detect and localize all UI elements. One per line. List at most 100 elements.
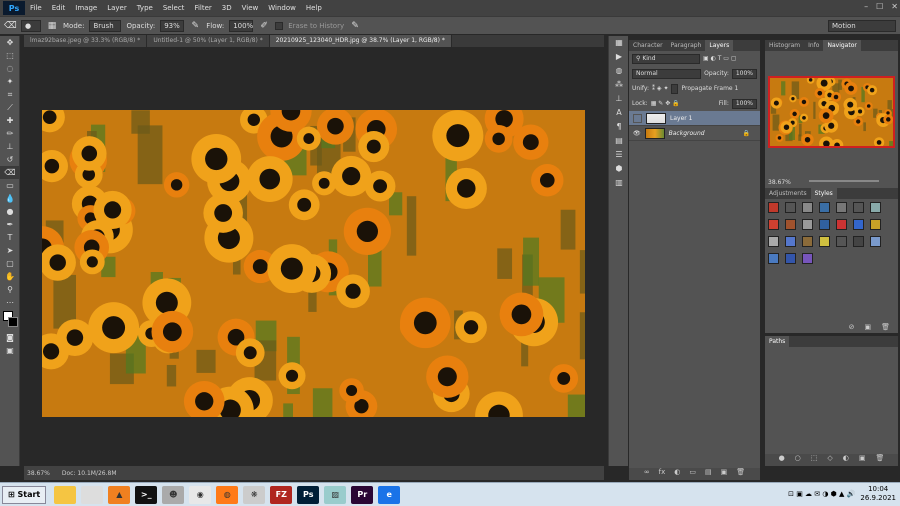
tab-paragraph[interactable]: Paragraph bbox=[667, 40, 706, 51]
tab-layers[interactable]: Layers bbox=[705, 40, 734, 51]
notes-panel-icon[interactable]: ☰ bbox=[609, 148, 629, 162]
image-app-icon[interactable]: ▨ bbox=[324, 485, 347, 504]
doc-tab-active[interactable]: 20210925_123040_HDR.jpg @ 38.7% (Layer 1… bbox=[269, 35, 452, 47]
blend-mode-select[interactable]: Normal bbox=[632, 68, 702, 79]
style-swatch[interactable] bbox=[768, 236, 779, 247]
link-layers-icon[interactable]: ∞ bbox=[644, 468, 650, 480]
layer-opacity-field[interactable]: 100% bbox=[731, 68, 757, 79]
style-swatch[interactable] bbox=[853, 219, 864, 230]
menu-type[interactable]: Type bbox=[132, 4, 158, 12]
delete-style-icon[interactable]: 🗑 bbox=[881, 323, 890, 331]
propagate-checkbox[interactable] bbox=[671, 83, 679, 94]
add-mask-icon[interactable]: ◐ bbox=[843, 454, 849, 466]
style-swatch[interactable] bbox=[870, 236, 881, 247]
navigator-preview[interactable] bbox=[768, 76, 895, 148]
style-swatch[interactable] bbox=[785, 202, 796, 213]
style-swatch[interactable] bbox=[768, 202, 779, 213]
clone-stamp-tool-icon[interactable]: ⊥ bbox=[0, 140, 20, 153]
tab-character[interactable]: Character bbox=[629, 40, 667, 51]
photoshop-icon[interactable]: Ps bbox=[297, 485, 320, 504]
zoom-readout[interactable]: 38.67% bbox=[27, 470, 50, 477]
gradient-tool-icon[interactable]: ▭ bbox=[0, 179, 20, 192]
doc-tab[interactable]: Untitled-1 @ 50% (Layer 1, RGB/8) * bbox=[147, 35, 270, 47]
menu-3d[interactable]: 3D bbox=[217, 4, 237, 12]
style-swatch[interactable] bbox=[836, 202, 847, 213]
new-group-icon[interactable]: ▤ bbox=[705, 468, 712, 480]
add-mask-icon[interactable]: ◐ bbox=[674, 468, 680, 480]
chrome-icon[interactable]: ◉ bbox=[189, 485, 212, 504]
firefox-icon[interactable]: ◍ bbox=[216, 485, 239, 504]
menu-edit[interactable]: Edit bbox=[47, 4, 71, 12]
properties-panel-icon[interactable]: ◍ bbox=[609, 64, 629, 78]
style-swatch[interactable] bbox=[853, 202, 864, 213]
navigator-zoom[interactable]: 38.67% bbox=[768, 179, 791, 186]
terminal-icon[interactable]: >_ bbox=[135, 485, 158, 504]
style-swatch[interactable] bbox=[819, 219, 830, 230]
brush-tool-icon[interactable]: ✏ bbox=[0, 127, 20, 140]
marquee-tool-icon[interactable]: ⬚ bbox=[0, 49, 20, 62]
flow-field[interactable]: 100% bbox=[229, 19, 253, 32]
layer-name[interactable]: Background bbox=[669, 130, 705, 137]
style-swatch[interactable] bbox=[836, 219, 847, 230]
style-swatch[interactable] bbox=[768, 219, 779, 230]
measurement-panel-icon[interactable]: ▥ bbox=[609, 176, 629, 190]
start-button[interactable]: ⊞ Start bbox=[2, 485, 47, 504]
character-panel-icon[interactable]: A bbox=[609, 106, 629, 120]
menu-layer[interactable]: Layer bbox=[102, 4, 132, 12]
clock[interactable]: 10:04 26.9.2021 bbox=[860, 485, 896, 503]
menu-select[interactable]: Select bbox=[158, 4, 190, 12]
opacity-field[interactable]: 93% bbox=[160, 19, 185, 32]
quick-mask-icon[interactable]: ◙ bbox=[0, 331, 20, 344]
history-brush-tool-icon[interactable]: ↺ bbox=[0, 153, 20, 166]
workspace-select[interactable]: Motion bbox=[828, 20, 896, 32]
trash-icon[interactable]: 🗑 bbox=[736, 468, 745, 480]
layer-style-icon[interactable]: fx bbox=[659, 468, 666, 480]
style-swatch[interactable] bbox=[836, 236, 847, 247]
menu-image[interactable]: Image bbox=[70, 4, 102, 12]
crop-tool-icon[interactable]: ⌗ bbox=[0, 88, 20, 101]
filter-icons[interactable]: ▣ ◐ T ▭ ▢ bbox=[703, 55, 737, 62]
tab-styles[interactable]: Styles bbox=[810, 188, 837, 199]
kind-filter-select[interactable]: ⚲ Kind bbox=[632, 53, 700, 64]
style-swatch[interactable] bbox=[870, 219, 881, 230]
layer-row[interactable]: 👁 Background 🔒 bbox=[629, 126, 760, 141]
pen-tool-icon[interactable]: ✒ bbox=[0, 218, 20, 231]
mode-select[interactable]: Brush bbox=[89, 19, 122, 32]
new-path-icon[interactable]: ▣ bbox=[859, 454, 866, 466]
color-swatches[interactable] bbox=[0, 309, 20, 331]
eraser-tool-icon[interactable]: ⌫ bbox=[0, 166, 20, 179]
tray-icons[interactable]: ⊡ ▣ ☁ ✉ ◑ ⬢ ▲ 🔊 bbox=[788, 490, 855, 498]
edge-icon[interactable]: e bbox=[378, 485, 401, 504]
premiere-icon[interactable]: Pr bbox=[351, 485, 374, 504]
style-swatch[interactable] bbox=[870, 202, 881, 213]
pressure-opacity-icon[interactable]: ✎ bbox=[189, 20, 201, 32]
timeline-panel-icon[interactable]: ▤ bbox=[609, 134, 629, 148]
lock-icons[interactable]: ▦ ✎ ✥ 🔒 bbox=[651, 100, 680, 107]
tab-info[interactable]: Info bbox=[804, 40, 823, 51]
path-select-tool-icon[interactable]: ➤ bbox=[0, 244, 20, 257]
style-swatch[interactable] bbox=[819, 202, 830, 213]
style-swatch[interactable] bbox=[768, 253, 779, 264]
new-layer-icon[interactable]: ▣ bbox=[721, 468, 728, 480]
eye-icon[interactable]: 👁 bbox=[633, 130, 641, 137]
close-button[interactable]: ✕ bbox=[891, 2, 898, 11]
tab-paths[interactable]: Paths bbox=[765, 336, 790, 347]
edit-toolbar-icon[interactable]: ⋯ bbox=[0, 296, 20, 309]
adjustment-layer-icon[interactable]: ▭ bbox=[689, 468, 696, 480]
erase-history-checkbox[interactable] bbox=[275, 21, 284, 30]
trash-icon[interactable]: 🗑 bbox=[876, 454, 885, 466]
canvas-image[interactable] bbox=[42, 110, 585, 417]
healing-brush-tool-icon[interactable]: ✚ bbox=[0, 114, 20, 127]
3d-panel-icon[interactable]: ⬢ bbox=[609, 162, 629, 176]
actions-panel-icon[interactable]: ▶ bbox=[609, 50, 629, 64]
fill-path-icon[interactable]: ● bbox=[779, 454, 785, 466]
fill-field[interactable]: 100% bbox=[731, 98, 757, 109]
style-swatch[interactable] bbox=[785, 219, 796, 230]
style-swatch[interactable] bbox=[802, 253, 813, 264]
tab-adjustments[interactable]: Adjustments bbox=[765, 188, 811, 199]
hand-tool-icon[interactable]: ✋ bbox=[0, 270, 20, 283]
style-swatch[interactable] bbox=[785, 236, 796, 247]
alien-icon[interactable]: ☻ bbox=[162, 485, 185, 504]
minimize-button[interactable]: – bbox=[864, 2, 868, 11]
eyedropper-tool-icon[interactable]: ⟋ bbox=[0, 101, 20, 114]
